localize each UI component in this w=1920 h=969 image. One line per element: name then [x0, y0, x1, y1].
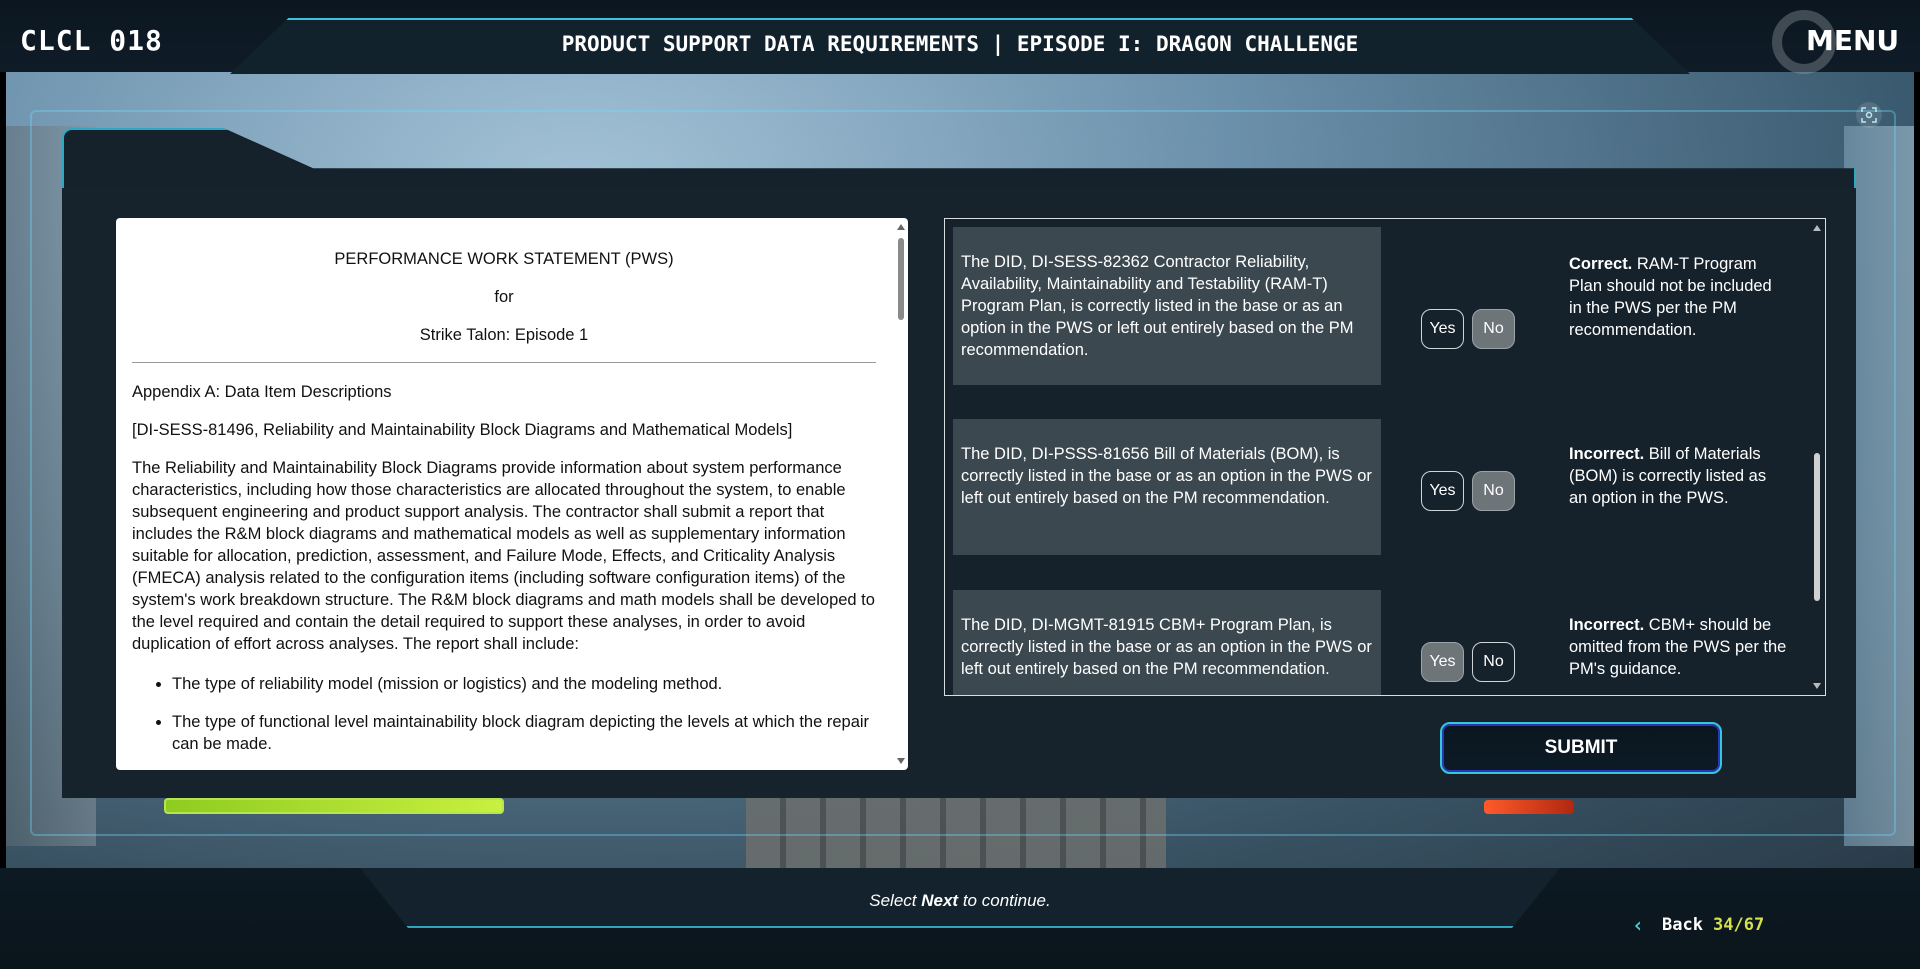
screenshot-glyph	[1861, 107, 1877, 123]
question-list[interactable]: The DID, DI-SESS-82362 Contractor Reliab…	[944, 218, 1826, 696]
no-button[interactable]: No	[1472, 471, 1515, 511]
document-bullet: The type of reliability model (mission o…	[172, 673, 876, 695]
submit-button[interactable]: SUBMIT	[1440, 722, 1722, 774]
document-scroll-thumb[interactable]	[898, 238, 904, 320]
screenshot-icon[interactable]	[1856, 102, 1882, 128]
instruction-text: Select Next to continue.	[600, 891, 1320, 911]
yes-button[interactable]: Yes	[1421, 309, 1464, 349]
instruction-bold: Next	[921, 891, 959, 910]
scroll-down-icon[interactable]	[897, 758, 905, 764]
back-button[interactable]: ‹ Back 34/67	[1632, 912, 1764, 938]
appendix-heading: Appendix A: Data Item Descriptions	[132, 383, 392, 401]
document-divider	[132, 362, 876, 363]
scroll-up-icon[interactable]	[1813, 225, 1821, 231]
top-bar: CLCL 018 PRODUCT SUPPORT DATA REQUIREMEN…	[0, 0, 1920, 74]
instruction-pre: Select	[869, 891, 922, 910]
scroll-down-icon[interactable]	[1813, 683, 1821, 689]
question-scrollbar[interactable]	[1809, 219, 1825, 695]
page-count: 34/67	[1713, 915, 1765, 935]
question-text: The DID, DI-MGMT-81915 CBM+ Program Plan…	[953, 590, 1381, 695]
feedback-status: Incorrect.	[1569, 616, 1645, 634]
course-title: PRODUCT SUPPORT DATA REQUIREMENTS | EPIS…	[561, 32, 1359, 56]
yes-button[interactable]: Yes	[1421, 642, 1464, 682]
question-text: The DID, DI-PSSS-81656 Bill of Materials…	[953, 419, 1381, 555]
menu-label: MENU	[1806, 24, 1900, 57]
no-button[interactable]: No	[1472, 642, 1515, 682]
document-for: for	[494, 288, 514, 306]
feedback: Incorrect. Bill of Materials (BOM) is co…	[1569, 443, 1789, 509]
chevron-left-icon: ‹	[1632, 913, 1645, 937]
did-heading: [DI-SESS-81496, Reliability and Maintain…	[132, 421, 793, 439]
no-button[interactable]: No	[1472, 309, 1515, 349]
document-subtitle: Strike Talon: Episode 1	[419, 326, 589, 344]
yes-button[interactable]: Yes	[1421, 471, 1464, 511]
question-text: The DID, DI-SESS-82362 Contractor Reliab…	[953, 227, 1381, 385]
feedback-status: Incorrect.	[1569, 445, 1645, 463]
back-label: Back	[1662, 915, 1703, 935]
document-bullets: The type of reliability model (mission o…	[132, 673, 876, 755]
feedback-status: Correct.	[1569, 255, 1633, 273]
menu-button[interactable]: MENU	[1772, 10, 1912, 74]
course-code: CLCL 018	[20, 24, 163, 57]
yes-no-group: Yes No	[1421, 471, 1515, 511]
instruction-post: to continue.	[958, 891, 1051, 910]
question-scroll-thumb[interactable]	[1814, 453, 1820, 601]
feedback: Incorrect. CBM+ should be omitted from t…	[1569, 614, 1789, 680]
scroll-up-icon[interactable]	[897, 224, 905, 230]
yes-no-group: Yes No	[1421, 642, 1515, 682]
document-body: The Reliability and Maintainability Bloc…	[132, 459, 875, 653]
feedback: Correct. RAM-T Program Plan should not b…	[1569, 253, 1789, 341]
yes-no-group: Yes No	[1421, 309, 1515, 349]
document-bullet: The type of functional level maintainabi…	[172, 711, 876, 755]
document-title: PERFORMANCE WORK STATEMENT (PWS)	[334, 250, 674, 268]
pws-document[interactable]: PERFORMANCE WORK STATEMENT (PWS) for Str…	[116, 218, 908, 770]
document-scrollbar[interactable]	[894, 218, 908, 770]
